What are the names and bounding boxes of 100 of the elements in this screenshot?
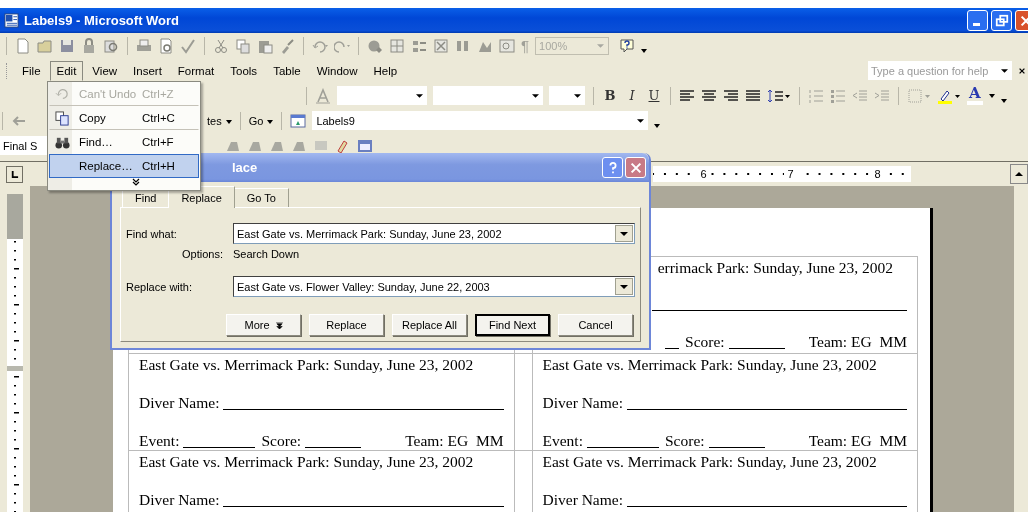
new-document-icon[interactable] bbox=[15, 37, 31, 54]
minimize-button[interactable] bbox=[967, 10, 988, 31]
menu-item[interactable]: Format bbox=[170, 60, 222, 81]
team-label: Team: EG MM bbox=[405, 431, 504, 451]
ruler-number: 6 bbox=[697, 167, 710, 181]
close-window-icon[interactable] bbox=[1018, 66, 1026, 75]
font-color-button[interactable]: A bbox=[967, 86, 983, 105]
caret-icon bbox=[532, 93, 539, 98]
format-button[interactable]: I bbox=[624, 88, 640, 103]
document-icon bbox=[4, 13, 19, 28]
label-heading: East Gate vs. Merrimack Park: Sunday, June 23, 2002 bbox=[542, 452, 878, 472]
field-label: Event: bbox=[542, 431, 583, 451]
address-field[interactable]: Labels9 bbox=[312, 111, 649, 130]
align-left-icon[interactable] bbox=[679, 87, 695, 104]
toolbar-options-icon[interactable] bbox=[654, 123, 661, 128]
print-preview-icon[interactable] bbox=[158, 37, 174, 54]
increase-indent-icon[interactable] bbox=[874, 87, 890, 104]
menu-item[interactable]: Table bbox=[266, 60, 308, 81]
scissors-icon[interactable] bbox=[213, 37, 229, 54]
help-button[interactable] bbox=[602, 157, 623, 178]
help-search-field[interactable]: Type a question for help bbox=[868, 61, 1012, 80]
undo-icon bbox=[55, 87, 69, 101]
line-spacing-icon[interactable] bbox=[767, 87, 791, 104]
caret-icon bbox=[620, 231, 628, 236]
dialog-button[interactable]: More bbox=[226, 314, 301, 336]
decrease-indent-icon[interactable] bbox=[852, 87, 868, 104]
styles-icon[interactable] bbox=[315, 87, 331, 104]
toolbar-options-icon[interactable] bbox=[1000, 98, 1007, 103]
scroll-up-button[interactable] bbox=[1010, 164, 1028, 184]
copy-icon bbox=[54, 110, 70, 126]
menu-item[interactable]: Replace… Ctrl+H bbox=[49, 154, 199, 178]
field-label: Diver Name: bbox=[542, 393, 623, 413]
caret-icon bbox=[574, 93, 581, 98]
bullet-list-icon[interactable] bbox=[830, 87, 846, 104]
borders-icon[interactable] bbox=[907, 87, 931, 104]
dialog-button[interactable]: Replace All bbox=[392, 314, 467, 336]
menu-item[interactable]: File bbox=[15, 60, 48, 81]
dialog-button[interactable]: Find Next bbox=[475, 314, 550, 336]
replace-with-field[interactable]: East Gate vs. Flower Valley: Sunday, June 22, 2003 bbox=[233, 276, 635, 297]
numbered-list-icon[interactable] bbox=[808, 87, 824, 104]
options-value: Search Down bbox=[233, 248, 300, 260]
team-label: Team: EG MM bbox=[808, 332, 907, 352]
replace-with-label: Replace with: bbox=[126, 280, 194, 293]
field-label: Diver Name: bbox=[139, 490, 220, 510]
options-label: Options: bbox=[181, 248, 224, 260]
menu-item[interactable]: View bbox=[85, 60, 125, 81]
format-button[interactable]: U bbox=[646, 88, 662, 103]
close-button[interactable] bbox=[625, 157, 646, 178]
minimize-icon bbox=[972, 23, 980, 26]
justify-icon[interactable] bbox=[745, 87, 761, 104]
copy-icon[interactable] bbox=[235, 37, 251, 54]
menu-item[interactable]: Edit bbox=[49, 60, 84, 81]
menu-item[interactable]: Window bbox=[309, 60, 365, 81]
dialog-tab[interactable]: Go To bbox=[233, 188, 289, 207]
save-icon[interactable] bbox=[59, 37, 75, 54]
toolbar-options-icon[interactable] bbox=[641, 48, 648, 53]
tab-selector[interactable] bbox=[6, 165, 23, 183]
field-label: Score: bbox=[685, 332, 725, 352]
menu-item[interactable]: Help bbox=[366, 60, 405, 81]
lock-icon[interactable] bbox=[81, 37, 97, 54]
field-label: Diver Name: bbox=[542, 490, 623, 510]
format-button[interactable]: B bbox=[602, 88, 618, 103]
spelling-icon[interactable] bbox=[180, 37, 196, 54]
caret-icon[interactable] bbox=[988, 93, 995, 98]
document-map-icon[interactable] bbox=[499, 37, 515, 54]
align-center-icon[interactable] bbox=[701, 87, 717, 104]
reviewing-pane-icon[interactable] bbox=[357, 137, 373, 154]
find-what-label: Find what: bbox=[126, 227, 178, 240]
align-right-icon[interactable] bbox=[723, 87, 739, 104]
field-label: Event: bbox=[139, 431, 180, 451]
menu-item[interactable]: Tools bbox=[223, 60, 265, 81]
caret-icon bbox=[267, 119, 274, 124]
dropdown-button[interactable] bbox=[615, 278, 633, 295]
open-folder-icon[interactable] bbox=[37, 37, 53, 54]
find-what-field[interactable]: East Gate vs. Merrimack Park: Sunday, June 23, 2002 bbox=[233, 223, 635, 244]
dialog-button[interactable]: Replace bbox=[309, 314, 384, 336]
favorites-menu[interactable]: tes bbox=[207, 114, 232, 127]
print-icon[interactable] bbox=[136, 37, 152, 54]
caret-icon bbox=[597, 43, 605, 48]
go-menu[interactable]: Go bbox=[248, 114, 274, 127]
research-icon[interactable] bbox=[103, 37, 119, 54]
dialog-button[interactable]: Cancel bbox=[558, 314, 633, 336]
menu-item[interactable]: Copy Ctrl+C bbox=[49, 106, 199, 130]
dropdown-button[interactable] bbox=[615, 225, 633, 242]
spreadsheet-icon[interactable] bbox=[433, 37, 449, 54]
restore-button[interactable] bbox=[991, 10, 1012, 31]
caret-icon bbox=[1001, 68, 1008, 73]
menu-item[interactable]: Insert bbox=[126, 60, 169, 81]
left-tab-icon bbox=[10, 169, 19, 179]
help-icon[interactable] bbox=[619, 37, 636, 54]
field-label: Score: bbox=[261, 431, 302, 451]
window-icon[interactable] bbox=[290, 112, 307, 129]
font-size-dropdown[interactable] bbox=[549, 86, 585, 105]
caret-icon bbox=[637, 118, 645, 123]
expand-menu-icon[interactable] bbox=[132, 178, 140, 186]
brush-icon[interactable] bbox=[279, 37, 295, 54]
table-edit-icon[interactable] bbox=[389, 37, 405, 54]
caret-icon bbox=[620, 284, 628, 289]
label-heading: East Gate vs. Merrimack Park: Sunday, June 23, 2002 bbox=[542, 355, 878, 375]
double-caret-icon bbox=[275, 321, 283, 329]
